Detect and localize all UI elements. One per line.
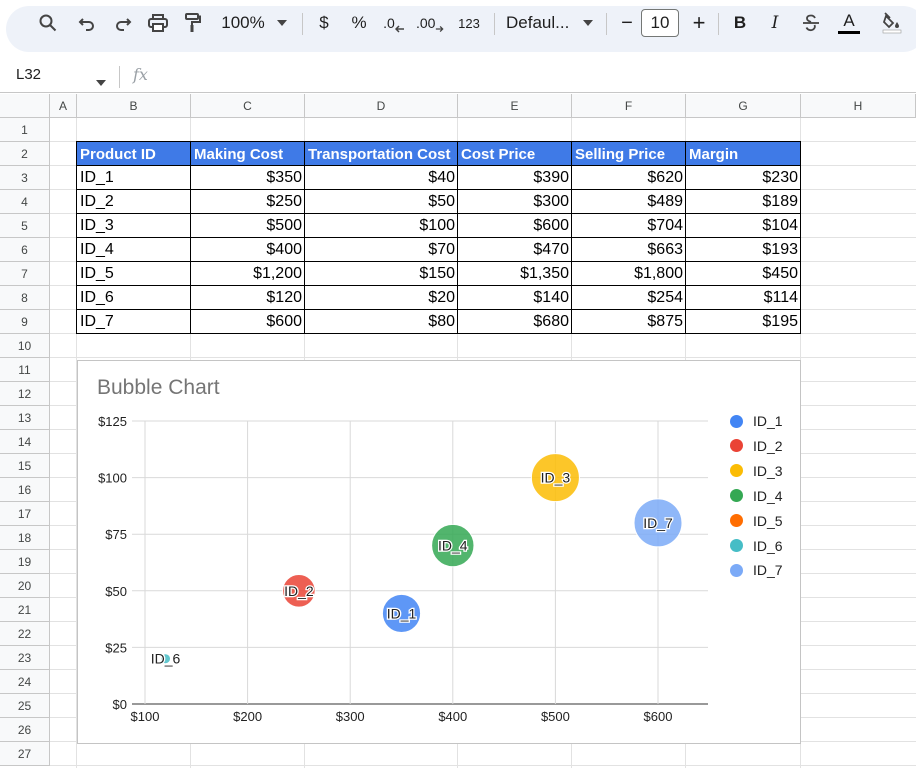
x-tick-label: $200: [233, 709, 262, 724]
legend-swatch: [730, 514, 743, 528]
y-tick-label: $0: [113, 697, 127, 712]
chart-plot: $0 $25 $50 $75 $100 $125 $100 $200 $300 $400 $500 $…: [98, 414, 708, 724]
legend-label: ID_4: [753, 487, 783, 504]
y-tick-label: $50: [105, 584, 127, 599]
y-tick-label: $125: [98, 414, 127, 429]
bubble-label: ID_3: [541, 470, 571, 486]
legend-swatch: [730, 414, 743, 428]
x-tick-label: $300: [336, 709, 365, 724]
legend-label: ID_2: [753, 437, 783, 454]
legend-swatch: [730, 439, 743, 453]
legend-item[interactable]: ID_2: [730, 436, 783, 456]
legend-label: ID_1: [753, 413, 783, 429]
legend-item[interactable]: ID_7: [730, 560, 783, 580]
legend-swatch: [730, 539, 743, 552]
legend-item[interactable]: ID_1: [730, 411, 783, 431]
x-tick-label: $500: [541, 709, 570, 724]
legend-swatch: [730, 464, 743, 478]
y-tick-label: $75: [105, 527, 127, 542]
legend-swatch: [730, 489, 743, 503]
bubble-label: ID_7: [643, 515, 673, 531]
legend-label: ID_3: [753, 462, 783, 479]
x-tick-label: $100: [131, 709, 160, 724]
legend-item[interactable]: ID_3: [730, 461, 783, 481]
legend-item[interactable]: ID_6: [730, 536, 783, 556]
y-tick-label: $25: [105, 640, 127, 655]
legend-item[interactable]: ID_5: [730, 511, 783, 531]
legend-item[interactable]: ID_4: [730, 486, 783, 506]
legend-swatch: [730, 563, 743, 577]
bubble-label: ID_1: [387, 605, 417, 621]
bubble-label: ID_4: [438, 538, 468, 554]
bubble-label: ID_6: [151, 651, 181, 667]
y-tick-label: $100: [98, 471, 127, 486]
legend-label: ID_6: [753, 537, 783, 554]
bubble-layer: ID_1 ID_2 ID_3 ID_4 ID_6 ID_7: [149, 453, 683, 668]
legend-label: ID_5: [753, 512, 783, 529]
legend-label: ID_7: [753, 562, 783, 579]
x-tick-label: $600: [644, 709, 673, 724]
x-tick-label: $400: [438, 709, 467, 724]
bubble-label: ID_2: [284, 583, 314, 599]
